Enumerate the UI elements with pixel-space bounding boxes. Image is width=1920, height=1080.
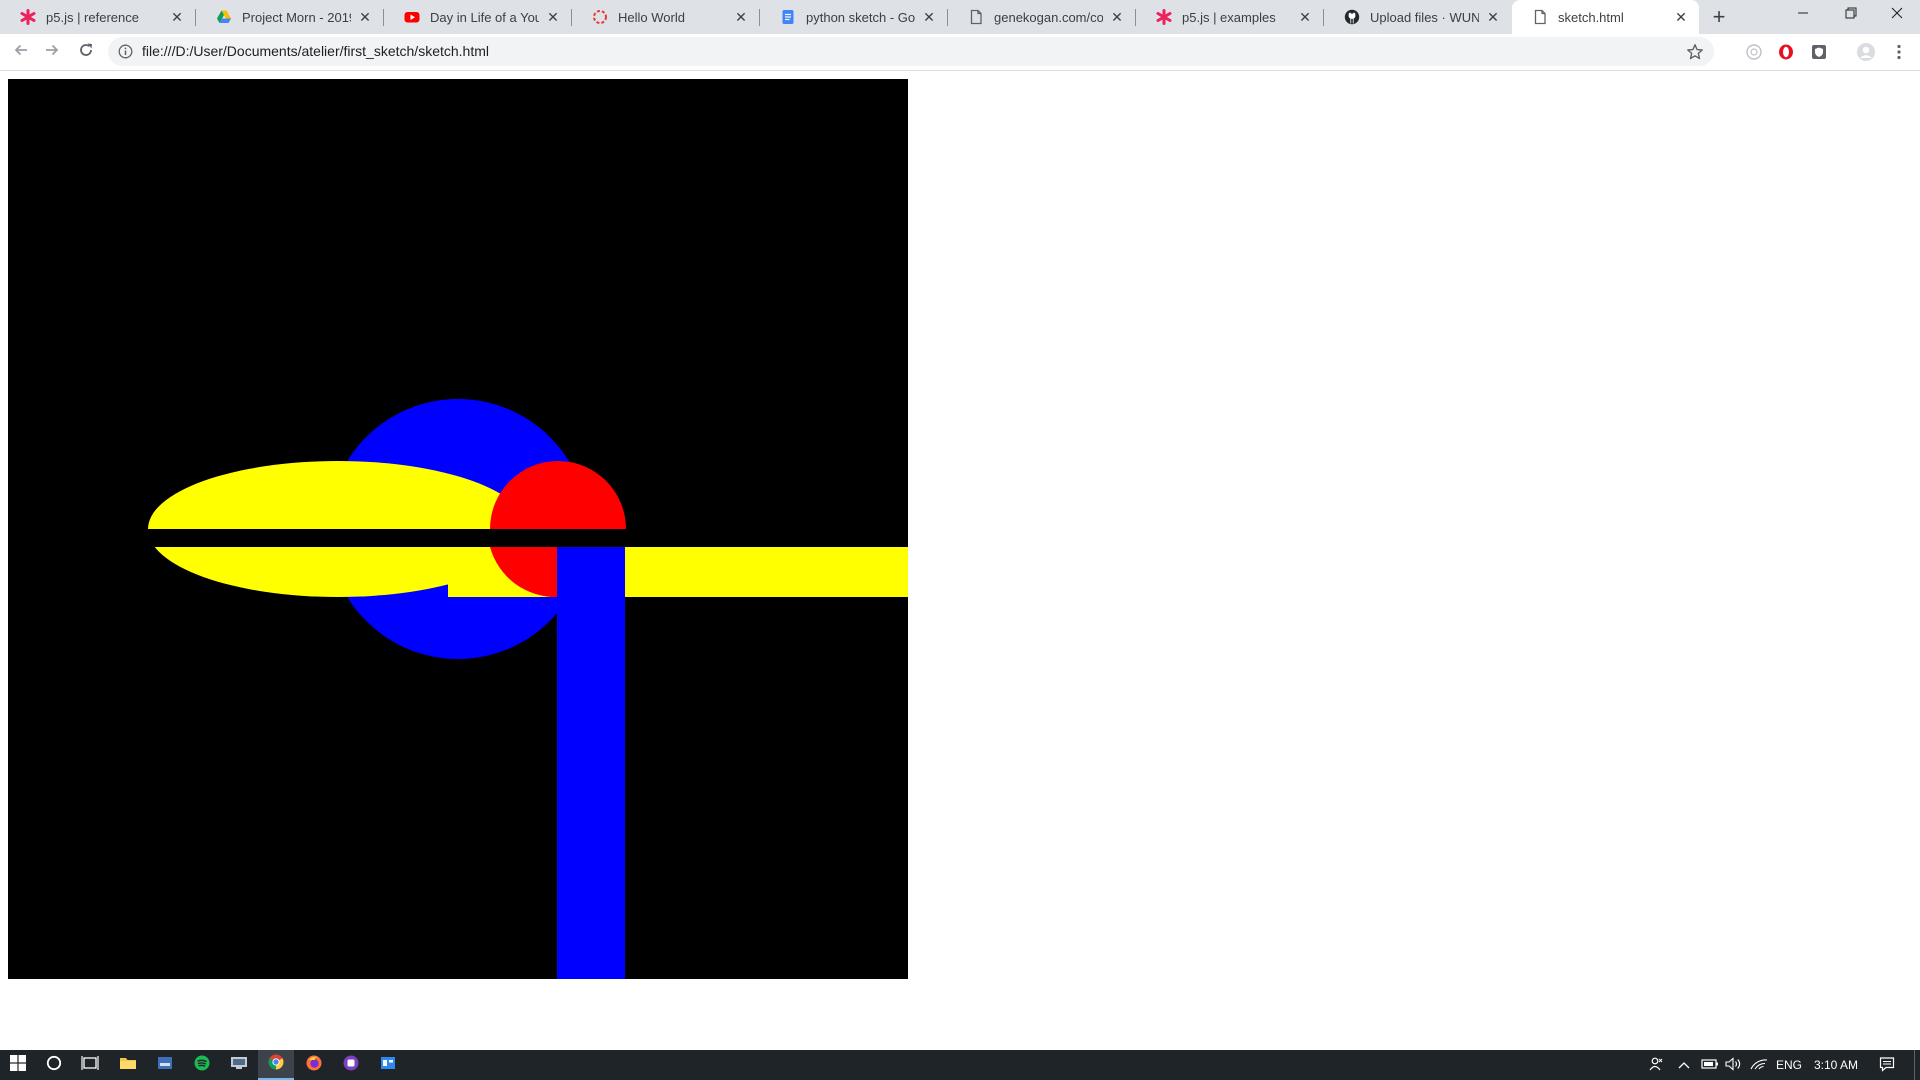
close-icon[interactable]: ✕	[733, 9, 749, 25]
app-purple-icon	[343, 1055, 359, 1076]
close-icon[interactable]: ✕	[1109, 9, 1125, 25]
youtube-icon	[404, 9, 420, 25]
mail-icon	[157, 1055, 173, 1076]
action-center-button[interactable]	[1872, 1050, 1902, 1080]
profile-avatar-icon[interactable]	[1856, 42, 1876, 62]
windows-taskbar: ENG 3:10 AM	[0, 1050, 1920, 1080]
cortana-search-icon	[46, 1055, 62, 1076]
volume-button[interactable]	[1723, 1050, 1745, 1080]
github-icon	[1344, 9, 1360, 25]
remote-desktop-button[interactable]	[221, 1050, 257, 1080]
google-docs-icon	[780, 9, 796, 25]
notification-icon	[1879, 1056, 1895, 1075]
browser-toolbar: file:///D:/User/Documents/atelier/first_…	[0, 34, 1920, 71]
menu-kebab-icon[interactable]	[1889, 42, 1909, 62]
tab-p5-reference[interactable]: p5.js | reference ✕	[0, 0, 195, 34]
shield-icon[interactable]	[1809, 42, 1829, 62]
opera-icon[interactable]	[1776, 42, 1796, 62]
address-bar[interactable]: file:///D:/User/Documents/atelier/first_…	[108, 37, 1714, 66]
forward-button[interactable]	[40, 40, 64, 64]
chevron-up-icon	[1678, 1058, 1690, 1072]
close-icon[interactable]: ✕	[169, 9, 185, 25]
people-button[interactable]	[1645, 1050, 1669, 1080]
tab-hello-world[interactable]: Hello World ✕	[572, 0, 759, 34]
people-icon	[1649, 1056, 1665, 1075]
file-icon	[1532, 9, 1548, 25]
restore-button[interactable]	[1828, 0, 1874, 30]
clock[interactable]: 3:10 AM	[1808, 1050, 1864, 1080]
back-button[interactable]	[9, 40, 33, 64]
p5-asterisk-icon	[1156, 9, 1172, 25]
file-explorer-button[interactable]	[110, 1050, 146, 1080]
windows-start-icon	[10, 1054, 26, 1076]
tab-project-morn[interactable]: Project Morn - 2019/20 ✕	[196, 0, 383, 34]
google-drive-icon	[216, 9, 232, 25]
battery-button[interactable]	[1699, 1050, 1721, 1080]
close-icon[interactable]: ✕	[357, 9, 373, 25]
wifi-button[interactable]	[1748, 1050, 1770, 1080]
windows-start-button[interactable]	[0, 1050, 36, 1080]
blue-app-button[interactable]	[370, 1050, 406, 1080]
forward-arrow-icon	[44, 42, 60, 63]
url-text[interactable]: file:///D:/User/Documents/atelier/first_…	[142, 37, 489, 66]
tab-sketch-html[interactable]: sketch.html ✕	[1512, 0, 1699, 34]
cortana-search-button[interactable]	[36, 1050, 72, 1080]
loading-spinner-icon	[592, 9, 608, 25]
minimize-button[interactable]	[1780, 0, 1826, 30]
close-icon[interactable]: ✕	[1673, 9, 1689, 25]
tab-python-sketch[interactable]: python sketch - Google ✕	[760, 0, 947, 34]
chrome-taskbar-button[interactable]	[258, 1050, 294, 1080]
reload-button[interactable]	[74, 40, 98, 64]
tab-p5-examples[interactable]: p5.js | examples ✕	[1136, 0, 1323, 34]
battery-icon	[1701, 1058, 1719, 1073]
p5-asterisk-icon	[20, 9, 36, 25]
file-icon	[968, 9, 984, 25]
firefox-button[interactable]	[296, 1050, 332, 1080]
close-icon[interactable]: ✕	[921, 9, 937, 25]
spotify-button[interactable]	[184, 1050, 220, 1080]
task-view-button[interactable]	[72, 1050, 108, 1080]
close-window-button[interactable]	[1874, 0, 1920, 30]
firefox-icon	[306, 1055, 322, 1076]
p5-canvas[interactable]	[8, 79, 908, 979]
wifi-icon	[1750, 1057, 1768, 1074]
tab-day-in-life[interactable]: Day in Life of a Young I ✕	[384, 0, 571, 34]
close-icon[interactable]: ✕	[1297, 9, 1313, 25]
close-icon[interactable]: ✕	[545, 9, 561, 25]
show-desktop-button[interactable]	[1914, 1050, 1920, 1080]
info-icon[interactable]	[118, 44, 133, 59]
close-icon	[1891, 6, 1903, 24]
black-slit	[8, 529, 908, 547]
mail-button[interactable]	[147, 1050, 183, 1080]
app-blue-icon	[380, 1055, 396, 1076]
tab-upload-files[interactable]: Upload files · WUNISTU ✕	[1324, 0, 1511, 34]
bookmark-star-icon[interactable]	[1686, 43, 1704, 61]
sketch-drawing	[8, 399, 908, 979]
restore-icon	[1845, 6, 1857, 24]
tab-strip: p5.js | reference ✕ Project Morn - 2019/…	[0, 0, 1920, 34]
spotify-icon	[194, 1055, 210, 1076]
back-arrow-icon	[13, 42, 29, 63]
remote-desktop-icon	[230, 1055, 248, 1076]
tab-genekogan[interactable]: genekogan.com/code/ ✕	[948, 0, 1135, 34]
volume-icon	[1725, 1056, 1743, 1074]
language-indicator[interactable]: ENG	[1772, 1050, 1806, 1080]
close-icon[interactable]: ✕	[1485, 9, 1501, 25]
extension-circle-icon[interactable]	[1744, 42, 1764, 62]
chrome-icon	[268, 1054, 284, 1075]
blue-vertical-bar	[557, 547, 625, 979]
task-view-icon	[81, 1055, 99, 1076]
new-tab-button[interactable]: +	[1706, 4, 1732, 29]
file-explorer-icon	[119, 1055, 137, 1076]
show-hidden-icons-button[interactable]	[1674, 1050, 1694, 1080]
reload-icon	[78, 42, 94, 63]
minimize-icon	[1797, 6, 1809, 24]
purple-app-button[interactable]	[333, 1050, 369, 1080]
